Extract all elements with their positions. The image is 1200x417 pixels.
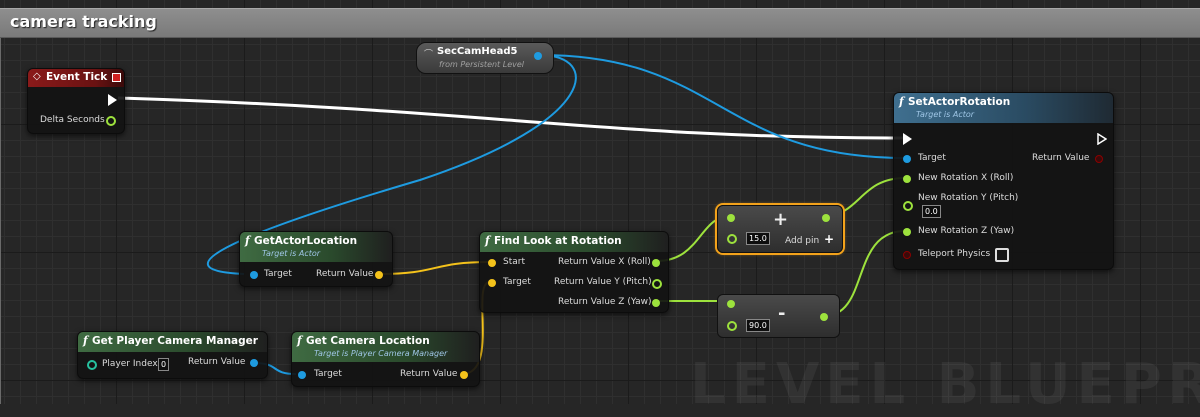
set-actor-rotation-sub: Target is Actor — [916, 110, 975, 119]
get-actor-location-sub: Target is Actor — [262, 249, 321, 258]
exec-out-hollow-icon — [1097, 132, 1108, 146]
seccamhead5-sub: from Persistent Level — [439, 60, 524, 69]
find-look-at-target-pin[interactable] — [488, 279, 496, 287]
player-index-pin[interactable] — [87, 360, 97, 370]
return-x-label: Return Value X (Roll) — [558, 257, 651, 267]
teleport-physics-checkbox[interactable] — [995, 248, 1009, 262]
set-rotation-return-pin[interactable] — [1095, 155, 1103, 163]
subtract-input-b-value[interactable]: 90.0 — [746, 319, 770, 332]
find-look-at-rotation-node[interactable]: f Find Look at Rotation Start Target Ret… — [479, 231, 669, 313]
get-actor-location-header: f GetActorLocation Target is Actor — [240, 232, 392, 262]
set-rotation-return-label: Return Value — [1032, 153, 1090, 163]
player-index-label: Player Index — [102, 359, 158, 369]
function-icon: f — [297, 334, 302, 347]
cam-mgr-return-label: Return Value — [188, 357, 246, 367]
return-y-pin[interactable] — [652, 279, 662, 289]
find-look-at-start-label: Start — [503, 257, 525, 267]
plus-operator-icon: + — [773, 209, 789, 230]
player-index-input[interactable]: 0 — [158, 358, 170, 371]
find-look-at-start-pin[interactable] — [488, 259, 496, 267]
seccamhead5-title: SecCamHead5 — [437, 46, 518, 57]
set-actor-rotation-header: f SetActorRotation Target is Actor — [894, 93, 1113, 123]
seccamhead5-output-pin[interactable] — [534, 52, 542, 60]
find-look-at-target-label: Target — [503, 277, 531, 287]
function-icon: f — [485, 234, 490, 247]
add-float-node[interactable]: 15.0 + Add pin + — [717, 205, 843, 253]
add-input-a-pin[interactable] — [727, 214, 735, 222]
new-rotation-x-pin[interactable] — [903, 175, 911, 183]
delta-seconds-pin[interactable] — [106, 116, 116, 126]
add-pin-plus-icon[interactable]: + — [824, 232, 834, 246]
new-rotation-z-label: New Rotation Z (Yaw) — [918, 226, 1015, 236]
event-tick-header: ◇ Event Tick — [28, 69, 124, 87]
get-camera-location-title: Get Camera Location — [306, 335, 430, 347]
set-actor-rotation-title: SetActorRotation — [908, 96, 1011, 108]
teleport-physics-label: Teleport Physics — [918, 249, 991, 259]
teleport-physics-pin[interactable] — [903, 251, 911, 259]
exec-wire — [117, 96, 906, 140]
delta-seconds-label: Delta Seconds — [40, 115, 105, 125]
set-rotation-target-label: Target — [918, 153, 946, 163]
add-output-pin[interactable] — [822, 214, 830, 222]
new-rotation-y-pin[interactable] — [903, 201, 913, 211]
function-icon: f — [899, 95, 904, 108]
find-look-at-title: Find Look at Rotation — [494, 235, 622, 247]
new-rotation-z-pin[interactable] — [903, 228, 911, 236]
get-camera-location-header: f Get Camera Location Target is Player C… — [292, 332, 479, 362]
event-tick-exec-out[interactable] — [108, 94, 117, 106]
actorlocation-to-start-wire — [377, 261, 491, 275]
get-camera-location-node[interactable]: f Get Camera Location Target is Player C… — [291, 331, 480, 387]
add-input-b-value[interactable]: 15.0 — [746, 232, 770, 245]
return-z-label: Return Value Z (Yaw) — [558, 297, 652, 307]
subtract-output-pin[interactable] — [820, 313, 828, 321]
set-rotation-exec-out[interactable] — [1097, 132, 1108, 146]
set-actor-rotation-node[interactable]: f SetActorRotation Target is Actor Targe… — [893, 92, 1114, 270]
set-rotation-exec-in[interactable] — [903, 133, 912, 145]
minus-operator-icon: - — [778, 303, 786, 324]
subtract-input-a-pin[interactable] — [727, 300, 735, 308]
subtract-input-b-pin[interactable] — [727, 321, 737, 331]
get-actor-location-target-pin[interactable] — [250, 271, 258, 279]
level-actor-icon: ⌒ — [424, 50, 434, 60]
add-input-b-pin[interactable] — [727, 234, 737, 244]
return-x-pin[interactable] — [652, 259, 660, 267]
cam-location-return-label: Return Value — [400, 369, 458, 379]
cam-location-target-pin[interactable] — [298, 371, 306, 379]
cam-location-return-pin[interactable] — [460, 371, 468, 379]
get-actor-location-return-label: Return Value — [316, 269, 374, 279]
get-actor-location-target-label: Target — [264, 269, 292, 279]
get-actor-location-title: GetActorLocation — [254, 235, 358, 247]
cam-mgr-return-pin[interactable] — [250, 359, 258, 367]
get-camera-location-sub: Target is Player Camera Manager — [314, 349, 448, 358]
return-z-pin[interactable] — [652, 299, 660, 307]
get-player-camera-manager-header: f Get Player Camera Manager — [78, 332, 267, 352]
seccamhead5-node[interactable]: ⌒ SecCamHead5 from Persistent Level — [416, 42, 554, 74]
get-actor-location-return-pin[interactable] — [375, 271, 383, 279]
cam-location-target-label: Target — [314, 369, 342, 379]
get-player-camera-manager-node[interactable]: f Get Player Camera Manager Player Index… — [77, 331, 268, 379]
function-icon: f — [245, 234, 250, 247]
event-diamond-icon: ◇ — [33, 71, 41, 82]
new-rotation-x-label: New Rotation X (Roll) — [918, 173, 1014, 183]
delegate-pin-icon[interactable] — [112, 73, 121, 82]
event-tick-node[interactable]: ◇ Event Tick Delta Seconds — [27, 68, 125, 134]
seccam-to-setrotation-wire — [539, 54, 906, 159]
new-rotation-y-input[interactable]: 0.0 — [922, 205, 941, 218]
get-player-camera-manager-title: Get Player Camera Manager — [92, 335, 258, 347]
event-tick-title: Event Tick — [46, 71, 108, 83]
find-look-at-header: f Find Look at Rotation — [480, 232, 668, 252]
get-actor-location-node[interactable]: f GetActorLocation Target is Actor Targe… — [239, 231, 393, 287]
function-icon: f — [83, 334, 88, 347]
return-y-label: Return Value Y (Pitch) — [554, 277, 652, 287]
set-rotation-target-pin[interactable] — [903, 155, 911, 163]
add-pin-label[interactable]: Add pin — [785, 236, 819, 246]
new-rotation-y-label: New Rotation Y (Pitch) — [918, 193, 1019, 203]
subtract-float-node[interactable]: 90.0 - — [717, 294, 840, 338]
